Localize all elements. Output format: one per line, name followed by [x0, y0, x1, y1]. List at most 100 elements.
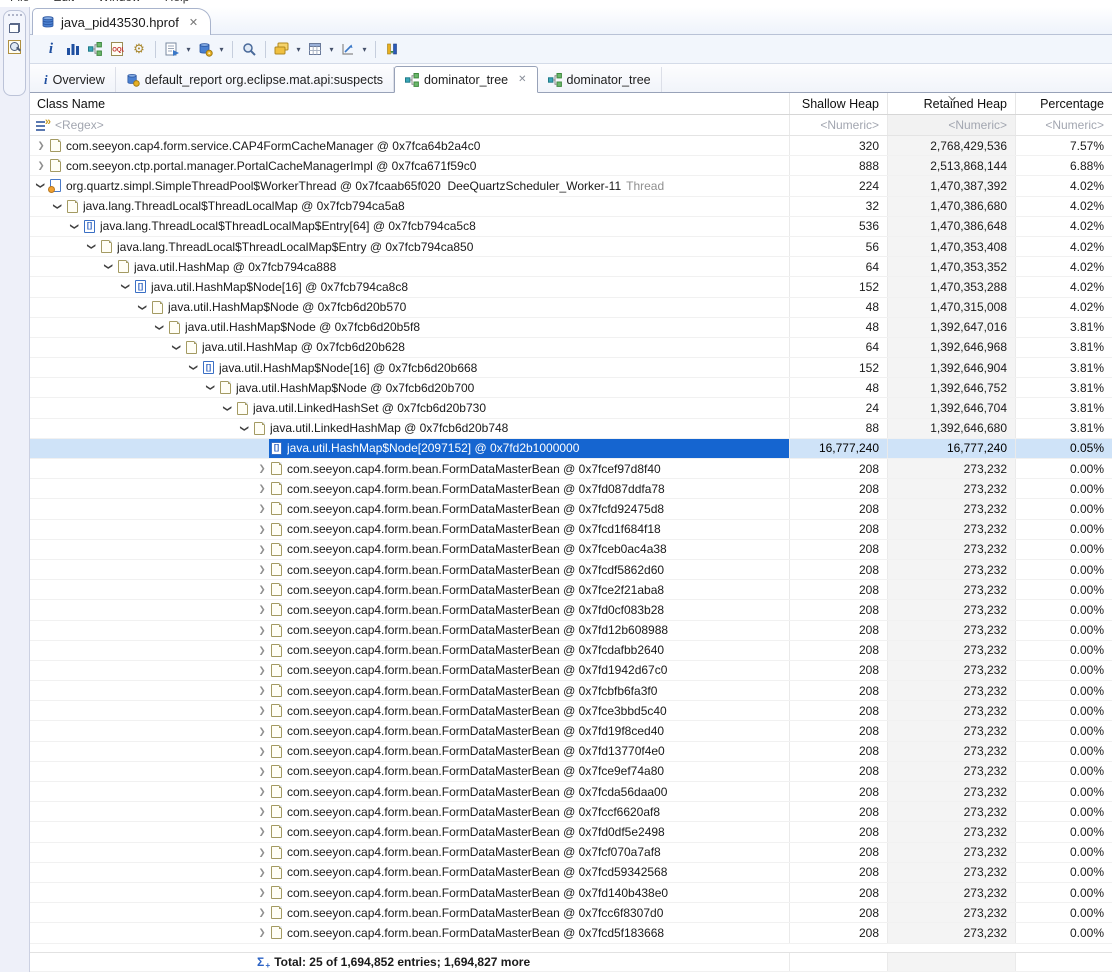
inspector-view-icon[interactable]: [8, 40, 21, 54]
calculator-button[interactable]: [305, 38, 325, 60]
tree-row[interactable]: java.util.HashMap @ 0x7fcb6d20b628 64 1,…: [30, 338, 1112, 358]
tree-row[interactable]: com.seeyon.cap4.form.bean.FormDataMaster…: [30, 923, 1112, 943]
expand-arrow-icon[interactable]: [136, 298, 150, 317]
expand-arrow-icon[interactable]: [255, 681, 269, 700]
expand-arrow-icon[interactable]: [255, 560, 269, 579]
tree-row[interactable]: com.seeyon.cap4.form.bean.FormDataMaster…: [30, 540, 1112, 560]
dominator-tree-button[interactable]: [85, 38, 105, 60]
expand-arrow-icon[interactable]: [255, 701, 269, 720]
tree-row[interactable]: java.util.HashMap @ 0x7fcb794ca888 64 1,…: [30, 257, 1112, 277]
tree-row[interactable]: com.seeyon.ctp.portal.manager.PortalCach…: [30, 156, 1112, 176]
expand-arrow-icon[interactable]: [255, 782, 269, 801]
expand-arrow-icon[interactable]: [255, 600, 269, 619]
expand-arrow-icon[interactable]: [238, 419, 252, 438]
expand-arrow-icon[interactable]: [34, 176, 48, 195]
percentage-filter-field[interactable]: <Numeric>: [1015, 115, 1112, 135]
tree-row[interactable]: com.seeyon.cap4.form.service.CAP4FormCac…: [30, 136, 1112, 156]
expand-arrow-icon[interactable]: [102, 257, 116, 276]
tree-row[interactable]: com.seeyon.cap4.form.bean.FormDataMaster…: [30, 661, 1112, 681]
tree-row[interactable]: com.seeyon.cap4.form.bean.FormDataMaster…: [30, 641, 1112, 661]
expand-arrow-icon[interactable]: [255, 843, 269, 862]
group-by-button[interactable]: [272, 38, 292, 60]
tree-row[interactable]: com.seeyon.cap4.form.bean.FormDataMaster…: [30, 802, 1112, 822]
editor-tab-hprof[interactable]: java_pid43530.hprof: [32, 8, 211, 35]
tree-row[interactable]: java.util.LinkedHashMap @ 0x7fcb6d20b748…: [30, 419, 1112, 439]
expand-arrow-icon[interactable]: [255, 661, 269, 680]
group-by-dropdown[interactable]: [293, 45, 304, 54]
heap-actions-button[interactable]: [195, 38, 215, 60]
expand-arrow-icon[interactable]: [221, 398, 235, 417]
expand-arrow-icon[interactable]: [255, 883, 269, 902]
tree-row[interactable]: java.util.HashMap$Node @ 0x7fcb6d20b5f8 …: [30, 318, 1112, 338]
tree-row[interactable]: java.util.HashMap$Node[2097152] @ 0x7fd2…: [30, 439, 1112, 459]
tab-dominator-tree-2[interactable]: dominator_tree: [538, 67, 662, 92]
oql-button[interactable]: OQL: [107, 38, 127, 60]
tree-row[interactable]: com.seeyon.cap4.form.bean.FormDataMaster…: [30, 883, 1112, 903]
tab-dominator-tree-active[interactable]: dominator_tree: [394, 66, 537, 93]
tree-row[interactable]: java.lang.ThreadLocal$ThreadLocalMap$Ent…: [30, 217, 1112, 237]
column-class-name[interactable]: Class Name: [30, 93, 789, 114]
tree-row[interactable]: com.seeyon.cap4.form.bean.FormDataMaster…: [30, 903, 1112, 923]
query-browser-dropdown[interactable]: [183, 45, 194, 54]
regex-filter-field[interactable]: <Regex>: [30, 115, 789, 135]
menu-help[interactable]: Help: [161, 0, 194, 6]
tree-row[interactable]: com.seeyon.cap4.form.bean.FormDataMaster…: [30, 742, 1112, 762]
menu-file[interactable]: File: [6, 0, 33, 6]
tree-row[interactable]: java.lang.ThreadLocal$ThreadLocalMap$Ent…: [30, 237, 1112, 257]
close-icon[interactable]: [518, 74, 526, 85]
tree-row[interactable]: java.util.HashMap$Node[16] @ 0x7fcb794ca…: [30, 277, 1112, 297]
expand-arrow-icon[interactable]: [255, 863, 269, 882]
menu-edit[interactable]: Edit: [49, 0, 78, 6]
tree-row[interactable]: com.seeyon.cap4.form.bean.FormDataMaster…: [30, 621, 1112, 641]
export-dropdown[interactable]: [359, 45, 370, 54]
expand-arrow-icon[interactable]: [119, 277, 133, 296]
expand-arrow-icon[interactable]: [255, 459, 269, 478]
expand-arrow-icon[interactable]: [51, 197, 65, 216]
expand-arrow-icon[interactable]: [34, 156, 48, 175]
expand-arrow-icon[interactable]: [255, 721, 269, 740]
tab-overview[interactable]: i Overview: [34, 67, 116, 92]
expand-arrow-icon[interactable]: [255, 903, 269, 922]
tree-row[interactable]: org.quartz.simpl.SimpleThreadPool$Worker…: [30, 176, 1112, 196]
export-button[interactable]: [338, 38, 358, 60]
tree-row[interactable]: com.seeyon.cap4.form.bean.FormDataMaster…: [30, 701, 1112, 721]
tree-row[interactable]: java.util.HashMap$Node @ 0x7fcb6d20b700 …: [30, 378, 1112, 398]
retained-filter-field[interactable]: <Numeric>: [887, 115, 1015, 135]
search-button[interactable]: [239, 38, 259, 60]
expand-arrow-icon[interactable]: [255, 499, 269, 518]
shallow-filter-field[interactable]: <Numeric>: [789, 115, 887, 135]
thread-stacks-button[interactable]: [382, 38, 402, 60]
expand-arrow-icon[interactable]: [255, 822, 269, 841]
tree-row[interactable]: com.seeyon.cap4.form.bean.FormDataMaster…: [30, 580, 1112, 600]
expand-arrow-icon[interactable]: [255, 923, 269, 942]
info-button[interactable]: i: [41, 38, 61, 60]
expand-arrow-icon[interactable]: [170, 338, 184, 357]
tree-row[interactable]: com.seeyon.cap4.form.bean.FormDataMaster…: [30, 681, 1112, 701]
expand-arrow-icon[interactable]: [255, 520, 269, 539]
heap-actions-dropdown[interactable]: [216, 45, 227, 54]
expert-test-button[interactable]: ⚙: [129, 38, 149, 60]
expand-arrow-icon[interactable]: [34, 136, 48, 155]
tree-row[interactable]: com.seeyon.cap4.form.bean.FormDataMaster…: [30, 762, 1112, 782]
tree-row[interactable]: java.lang.ThreadLocal$ThreadLocalMap @ 0…: [30, 197, 1112, 217]
restore-view-icon[interactable]: [9, 23, 20, 33]
tree-row[interactable]: com.seeyon.cap4.form.bean.FormDataMaster…: [30, 721, 1112, 741]
column-percentage[interactable]: Percentage: [1015, 93, 1112, 114]
column-retained-heap[interactable]: Retained Heap: [887, 93, 1015, 114]
expand-arrow-icon[interactable]: [187, 358, 201, 377]
tree-row[interactable]: com.seeyon.cap4.form.bean.FormDataMaster…: [30, 600, 1112, 620]
tree-row[interactable]: com.seeyon.cap4.form.bean.FormDataMaster…: [30, 843, 1112, 863]
tree-row[interactable]: com.seeyon.cap4.form.bean.FormDataMaster…: [30, 782, 1112, 802]
tree-row[interactable]: com.seeyon.cap4.form.bean.FormDataMaster…: [30, 520, 1112, 540]
tree-row[interactable]: com.seeyon.cap4.form.bean.FormDataMaster…: [30, 479, 1112, 499]
tree-row[interactable]: com.seeyon.cap4.form.bean.FormDataMaster…: [30, 863, 1112, 883]
column-shallow-heap[interactable]: Shallow Heap: [789, 93, 887, 114]
close-icon[interactable]: [189, 16, 198, 29]
histogram-button[interactable]: [63, 38, 83, 60]
tab-default-report[interactable]: default_report org.eclipse.mat.api:suspe…: [116, 67, 394, 92]
expand-arrow-icon[interactable]: [255, 802, 269, 821]
menu-window[interactable]: Window: [94, 0, 145, 6]
query-browser-button[interactable]: [162, 38, 182, 60]
calculator-dropdown[interactable]: [326, 45, 337, 54]
expand-arrow-icon[interactable]: [204, 378, 218, 397]
